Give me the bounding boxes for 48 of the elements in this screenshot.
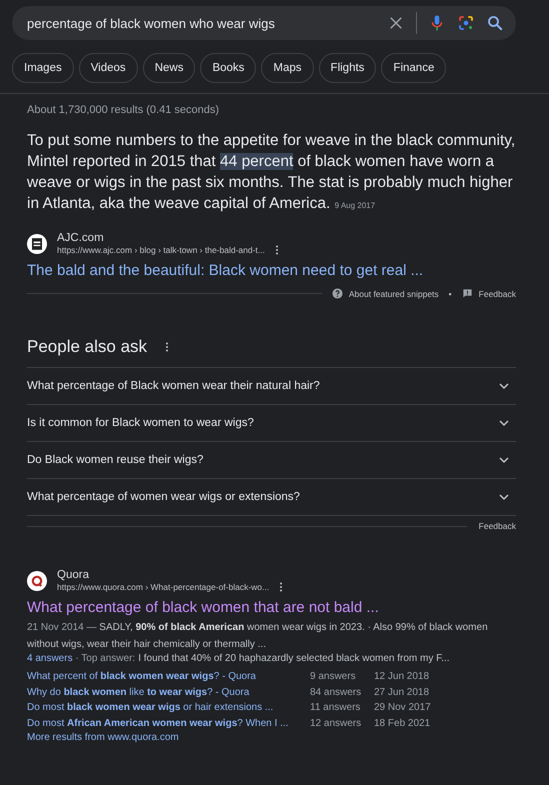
related-question-link[interactable]: What percent of black women wear wigs? - Quora (27, 669, 310, 684)
result-snippet: 21 Nov 2014 — SADLY, 90% of black American women wear wigs in 2023. · Also 99% of black women without wigs, wear their hair chemically or thermally ... (27, 621, 489, 652)
more-results-link[interactable]: More results from www.quora.com (27, 732, 516, 743)
question-row[interactable]: What percentage of women wear wigs or extensions? (27, 479, 516, 516)
site-name: Quora (57, 569, 90, 581)
filter-chip[interactable]: Finance (381, 53, 446, 83)
about-snippets-link[interactable]: About featured snippets (348, 288, 439, 298)
answer-count: 84 answers (310, 686, 362, 700)
filter-chip[interactable]: Videos (78, 53, 138, 83)
section-heading: People also ask (27, 337, 148, 357)
filter-chip[interactable]: Flights (318, 53, 376, 83)
filter-chip[interactable]: News (142, 53, 196, 83)
feedback-link[interactable]: Feedback (478, 288, 516, 298)
answer-date: 27 Jun 2018 (374, 686, 430, 700)
related-question-link[interactable]: Do most African American women wear wigs? When I ... (27, 716, 310, 731)
snippet-text: To put some numbers to the appetite for weave in the black community, Mintel reported in 2015 that 44 percent of black women have worn a weave or wigs in the past six months. The stat is probably much higher in Atlanta, aka the weave capital of America. 9 Aug 2017 (27, 131, 516, 214)
question-row[interactable]: Is it common for Black women to wear wigs? (27, 405, 516, 442)
search-field[interactable]: percentage of black women who wear wigs (12, 6, 516, 40)
answer-date: 12 Jun 2018 (374, 670, 430, 684)
search-icon[interactable] (486, 14, 504, 32)
question-row[interactable]: What percentage of Black women wear their natural hair? (27, 368, 516, 405)
filter-chip[interactable]: Images (12, 53, 74, 83)
feedback-icon[interactable] (462, 288, 473, 299)
answer-date: 29 Nov 2017 (374, 701, 432, 715)
site-name: AJC.com (57, 232, 105, 244)
related-question-link[interactable]: Do most black women wear wigs or hair extensions ... (27, 700, 310, 716)
result-stats: About 1,730,000 results (0.41 seconds) (27, 104, 220, 116)
separator-dot: • (448, 288, 452, 298)
site-favicon-icon (27, 234, 47, 254)
feedback-link[interactable]: Feedback (478, 521, 516, 531)
top-answer-text: I found that 40% of 20 haphazardly selected black women from my F... (138, 653, 450, 664)
filter-chip[interactable]: Maps (261, 53, 314, 83)
result-title-link[interactable]: The bald and the beautiful: Black women need to get real ... (27, 262, 516, 279)
related-question-link[interactable]: Why do black women like to wear wigs? - Quora (27, 684, 310, 700)
top-answer-label: · Top answer: (74, 653, 136, 664)
filter-chip[interactable]: Books (200, 53, 256, 83)
site-url: https://www.ajc.com › blog › talk-town › the-bald-and-t... (57, 245, 265, 255)
question-row[interactable]: Do Black women reuse their wigs? (27, 442, 516, 479)
answers-link[interactable]: 4 answers (27, 653, 73, 664)
answer-count: 12 answers (310, 716, 362, 730)
result-title-link[interactable]: What percentage of black women that are not bald ... (27, 599, 516, 616)
site-url: https://www.quora.com › What-percentage-of-black-wo... (57, 582, 270, 592)
site-favicon-icon (27, 571, 47, 591)
help-icon[interactable] (332, 288, 343, 299)
answer-count: 11 answers (310, 701, 362, 715)
answer-count: 9 answers (310, 670, 357, 684)
camera-icon[interactable] (457, 14, 475, 32)
answer-date: 18 Feb 2021 (374, 716, 432, 730)
